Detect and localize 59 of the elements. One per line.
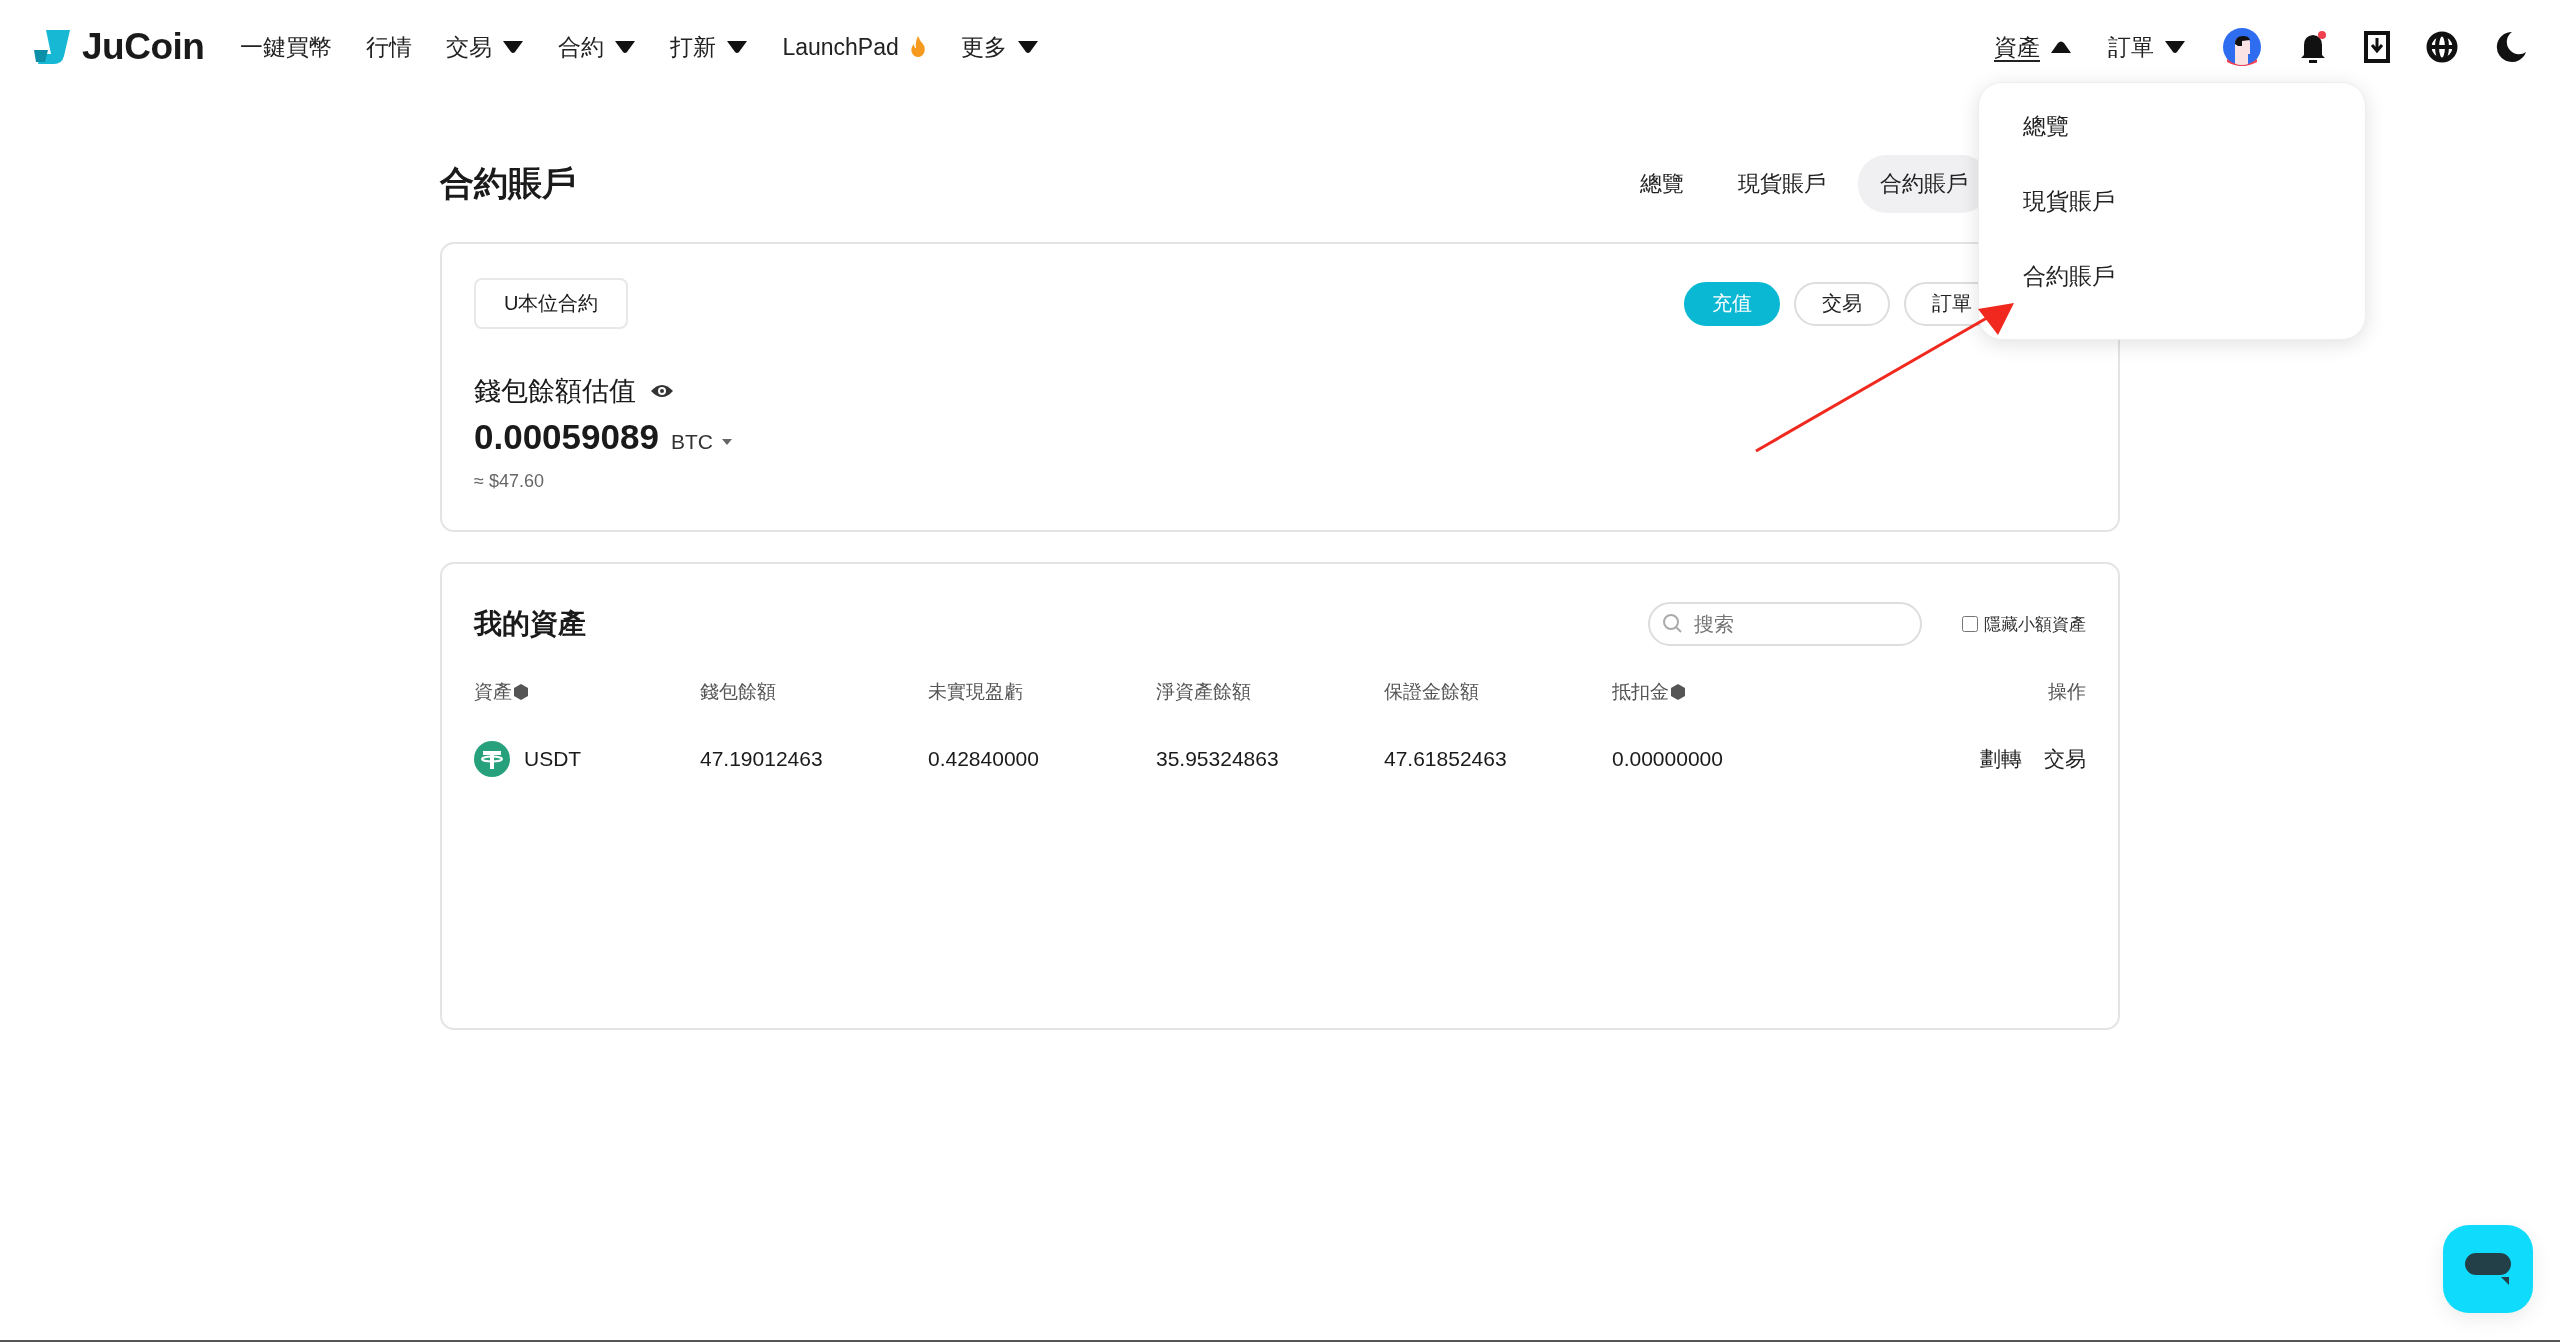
flame-icon	[908, 35, 927, 59]
eye-icon	[650, 382, 674, 400]
column-header: 保證金餘額	[1384, 680, 1479, 704]
nav-link[interactable]: 更多	[960, 31, 1039, 63]
action-button[interactable]: 交易	[1794, 281, 1890, 326]
nav-link[interactable]: 行情	[366, 31, 413, 63]
account-tab[interactable]: 總覽	[1618, 155, 1706, 213]
caret-icon	[2050, 40, 2072, 54]
nav-link[interactable]: LaunchPad	[782, 33, 927, 61]
avatar-icon	[2222, 27, 2262, 67]
caret-icon	[726, 40, 749, 54]
column-header: 未實現盈虧	[928, 680, 1023, 704]
table-cell-text: 35.95324863	[1156, 746, 1280, 772]
column-header: 資產	[474, 679, 528, 705]
nav-link[interactable]: 合約	[558, 31, 637, 63]
account-type-label: U本位合約	[474, 278, 629, 329]
caret-icon	[502, 40, 525, 54]
download-icon	[2364, 31, 2390, 63]
caret-icon	[1016, 40, 1039, 54]
menu-link[interactable]: 訂單	[2108, 31, 2186, 63]
table-cell-text: 47.61852463	[1384, 746, 1508, 772]
checkbox-label: 隱藏小額資產	[1984, 613, 2086, 636]
column-header: 淨資產餘額	[1156, 680, 1251, 704]
account-tab[interactable]: 現貨賬戶	[1716, 155, 1848, 213]
table-cell-text: 0.00000000	[1612, 746, 1724, 772]
currency-selector[interactable]: BTC	[670, 430, 733, 454]
menu-item[interactable]: 現貨賬戶	[2023, 186, 2365, 217]
column-header: 抵扣金	[1612, 679, 1685, 705]
search-icon	[1662, 613, 1682, 633]
table-cell-text: 0.42840000	[928, 746, 1040, 772]
column-header: 錢包餘額	[700, 680, 776, 704]
hide-small-checkbox[interactable]	[1962, 616, 1978, 632]
logo-text[interactable]: JuCoin	[82, 26, 205, 68]
moon-icon	[2494, 30, 2528, 64]
page-title: 合約賬戶	[440, 163, 576, 204]
action-link[interactable]: 交易	[2044, 745, 2086, 773]
table-cell-text: 47.19012463	[700, 746, 824, 772]
menu-link[interactable]: 資產	[1994, 31, 2072, 63]
balance-label: 錢包餘額估值	[474, 375, 636, 408]
balance-value: 0.00059089	[474, 417, 659, 457]
logo-icon	[32, 28, 72, 66]
chat-bubble-icon	[2463, 1251, 2513, 1287]
search-field[interactable]: 搜索	[1648, 602, 1922, 646]
coin-name: USDT	[524, 747, 582, 771]
chat-button[interactable]	[2443, 1225, 2533, 1313]
action-link[interactable]: 劃轉	[1980, 745, 2022, 773]
nav-link[interactable]: 一鍵買幣	[240, 31, 333, 63]
menu-item[interactable]: 總覽	[2023, 111, 2365, 142]
nav-link[interactable]: 打新	[670, 31, 749, 63]
column-header: 操作	[2048, 680, 2086, 704]
globe-icon	[2426, 31, 2458, 63]
coin-icon	[474, 741, 510, 777]
caret-icon	[614, 40, 637, 54]
fiat-value: ≈ $47.60	[474, 471, 545, 492]
nav-link[interactable]: 交易	[446, 31, 525, 63]
menu-item[interactable]: 合約賬戶	[2023, 261, 2365, 292]
section-title: 我的資產	[474, 607, 586, 641]
caret-icon	[2164, 40, 2186, 54]
caret-icon	[720, 438, 733, 446]
